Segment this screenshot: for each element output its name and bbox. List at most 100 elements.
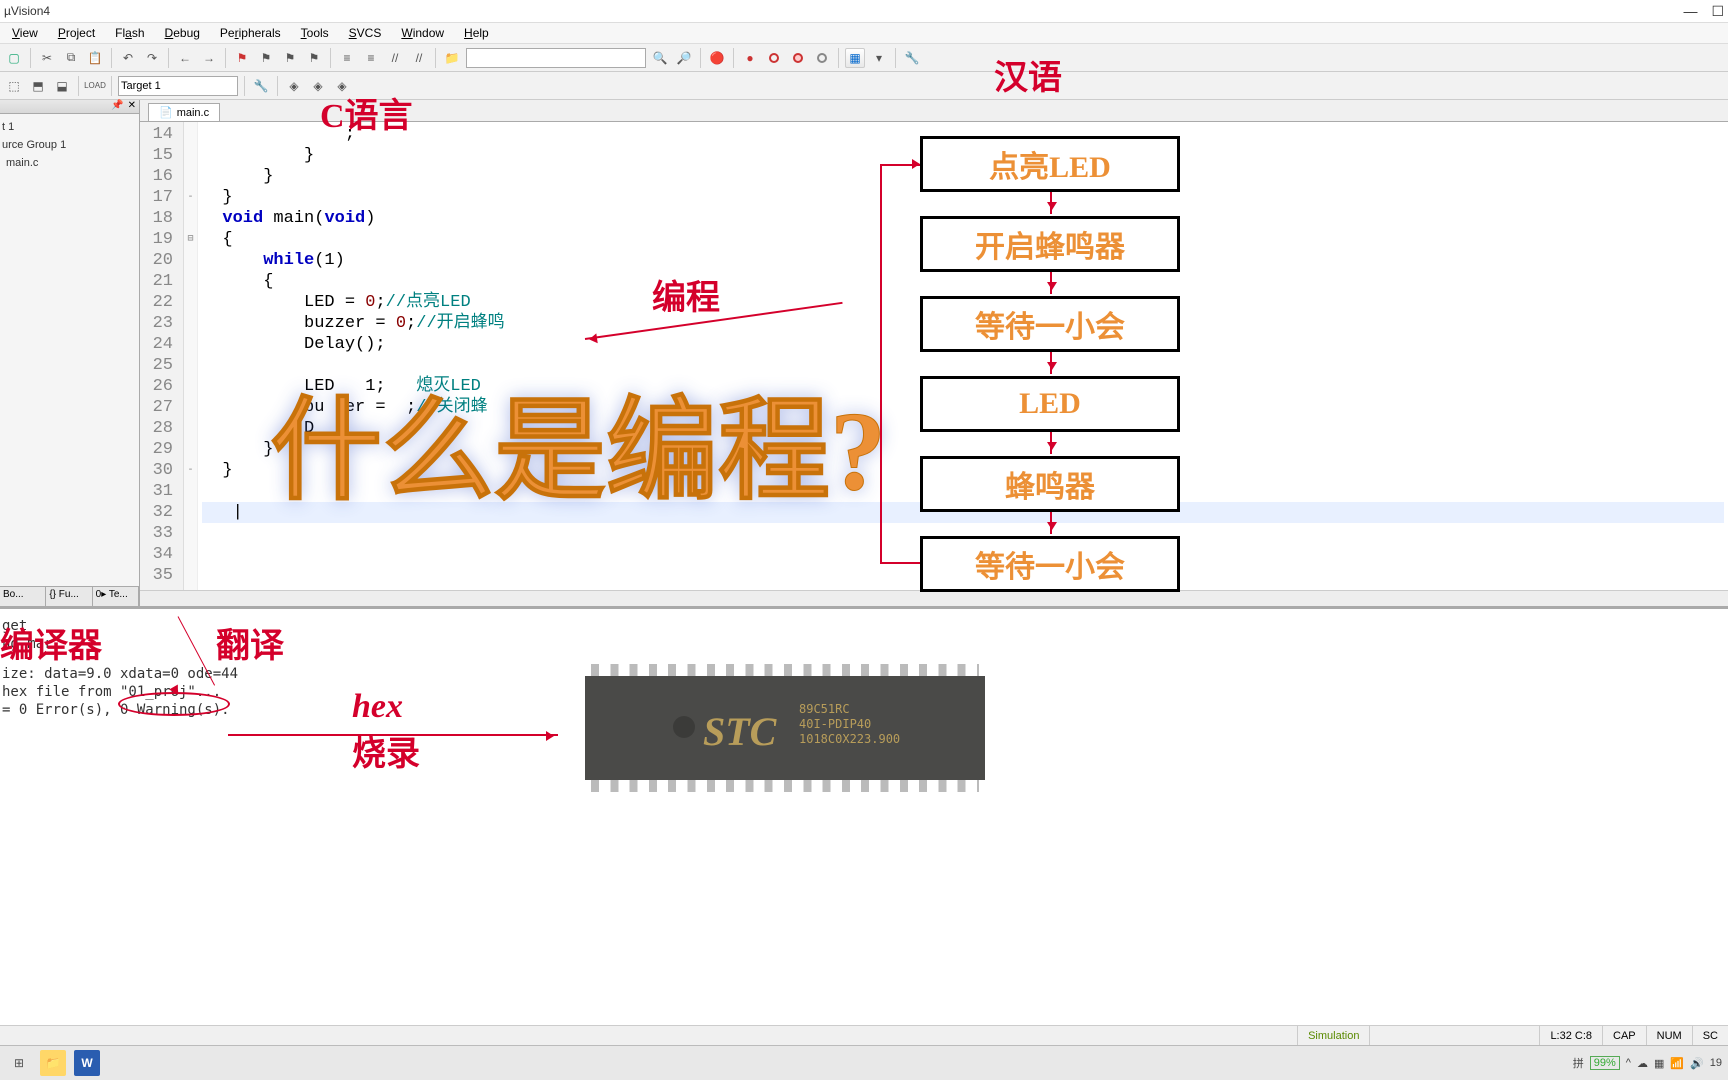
find-icon[interactable]: 🔍 bbox=[650, 48, 670, 68]
main-area: 📌 ✕ t 1 urce Group 1 main.c Bo... {} Fu.… bbox=[0, 100, 1728, 606]
breakpoint3-icon[interactable] bbox=[788, 48, 808, 68]
tree-target[interactable]: t 1 bbox=[2, 118, 137, 136]
code-editor[interactable]: 1415161718192021222324252627282930313233… bbox=[140, 122, 1728, 590]
status-simulation: Simulation bbox=[1297, 1026, 1369, 1045]
forward-icon[interactable]: → bbox=[199, 48, 219, 68]
target-combo[interactable] bbox=[118, 76, 238, 96]
build3-icon[interactable]: ⬓ bbox=[52, 76, 72, 96]
config-icon[interactable]: 🔧 bbox=[902, 48, 922, 68]
pin-icon[interactable]: 📌 bbox=[111, 100, 123, 113]
undo-icon[interactable]: ↶ bbox=[118, 48, 138, 68]
chip-notch bbox=[673, 716, 695, 738]
redo-icon[interactable]: ↷ bbox=[142, 48, 162, 68]
breakpoint2-icon[interactable] bbox=[764, 48, 784, 68]
status-spacer bbox=[1369, 1026, 1539, 1045]
chip-logo: STC bbox=[703, 708, 776, 755]
volume-icon[interactable]: 🔊 bbox=[1690, 1057, 1704, 1070]
outdent-icon[interactable]: ≡ bbox=[361, 48, 381, 68]
tab-functions[interactable]: {} Fu... bbox=[46, 587, 92, 606]
uncomment-icon[interactable]: // bbox=[409, 48, 429, 68]
paste-icon[interactable]: 📋 bbox=[85, 48, 105, 68]
indent-icon[interactable]: ≡ bbox=[337, 48, 357, 68]
bookmark-prev-icon[interactable]: ⚑ bbox=[256, 48, 276, 68]
breakpoint-icon[interactable]: ● bbox=[740, 48, 760, 68]
menu-svcs[interactable]: SVCS bbox=[343, 26, 388, 40]
find-next-icon[interactable]: 🔎 bbox=[674, 48, 694, 68]
build-icon[interactable]: ⬚ bbox=[4, 76, 24, 96]
menu-peripherals[interactable]: Peripherals bbox=[214, 26, 287, 40]
explorer-icon[interactable]: 📁 bbox=[40, 1050, 66, 1076]
tab-templates[interactable]: 0▸ Te... bbox=[93, 587, 139, 606]
system-tray: 拼 99% ^ ☁ ▦ 📶 🔊 19 bbox=[1573, 1055, 1722, 1071]
menu-tools[interactable]: Tools bbox=[295, 26, 335, 40]
back-icon[interactable]: ← bbox=[175, 48, 195, 68]
debug-icon[interactable]: 🔴 bbox=[707, 48, 727, 68]
tray-app-icon[interactable]: ▦ bbox=[1654, 1057, 1664, 1070]
menu-project[interactable]: Project bbox=[52, 26, 101, 40]
bookmark-clear-icon[interactable]: ⚑ bbox=[304, 48, 324, 68]
menu-view[interactable]: View bbox=[6, 26, 44, 40]
menu-flash[interactable]: Flash bbox=[109, 26, 150, 40]
fold-column[interactable]: -⊟- bbox=[184, 122, 198, 590]
new-icon[interactable]: ▢ bbox=[4, 48, 24, 68]
cut-icon[interactable]: ✂ bbox=[37, 48, 57, 68]
project-pane: 📌 ✕ t 1 urce Group 1 main.c Bo... {} Fu.… bbox=[0, 100, 140, 606]
clock[interactable]: 19 bbox=[1710, 1057, 1722, 1069]
manage2-icon[interactable]: ◈ bbox=[308, 76, 328, 96]
find-file-icon[interactable]: 📁 bbox=[442, 48, 462, 68]
tree-file[interactable]: main.c bbox=[2, 154, 137, 172]
maximize-icon[interactable]: ☐ bbox=[1711, 3, 1724, 20]
bookmark-icon[interactable]: ⚑ bbox=[232, 48, 252, 68]
manage1-icon[interactable]: ◈ bbox=[284, 76, 304, 96]
file-tabs: 📄 main.c bbox=[140, 100, 1728, 122]
menu-help[interactable]: Help bbox=[458, 26, 495, 40]
output-line: ng mar bbox=[2, 635, 1726, 653]
chip-text: 89C51RC 40I-PDIP40 1018C0X223.900 bbox=[799, 702, 900, 747]
line-gutter: 1415161718192021222324252627282930313233… bbox=[140, 122, 184, 590]
mcu-chip: STC 89C51RC 40I-PDIP40 1018C0X223.900 bbox=[585, 676, 985, 780]
project-pane-header: 📌 ✕ bbox=[0, 100, 139, 114]
tray-chevron-icon[interactable]: ^ bbox=[1626, 1057, 1631, 1069]
comment-icon[interactable]: // bbox=[385, 48, 405, 68]
menu-window[interactable]: Window bbox=[395, 26, 450, 40]
menu-bar: View Project Flash Debug Peripherals Too… bbox=[0, 22, 1728, 44]
toolbar-main: ▢ ✂ ⧉ 📋 ↶ ↷ ← → ⚑ ⚑ ⚑ ⚑ ≡ ≡ // // 📁 🔍 🔎 … bbox=[0, 44, 1728, 72]
word-icon[interactable]: W bbox=[74, 1050, 100, 1076]
search-combo[interactable] bbox=[466, 48, 646, 68]
window-icon[interactable]: ▦ bbox=[845, 48, 865, 68]
status-bar: Simulation L:32 C:8 CAP NUM SC bbox=[0, 1025, 1728, 1045]
taskbar: ⊞ 📁 W 拼 99% ^ ☁ ▦ 📶 🔊 19 bbox=[0, 1045, 1728, 1080]
file-tab-label: main.c bbox=[177, 107, 209, 119]
editor-wrap: 📄 main.c 1415161718192021222324252627282… bbox=[140, 100, 1728, 606]
project-tabs: Bo... {} Fu... 0▸ Te... bbox=[0, 586, 139, 606]
status-line-col: L:32 C:8 bbox=[1539, 1026, 1602, 1045]
manage3-icon[interactable]: ◈ bbox=[332, 76, 352, 96]
wifi-icon[interactable]: 📶 bbox=[1670, 1057, 1684, 1070]
build2-icon[interactable]: ⬒ bbox=[28, 76, 48, 96]
breakpoint4-icon[interactable] bbox=[812, 48, 832, 68]
battery-icon[interactable]: 99% bbox=[1590, 1056, 1620, 1070]
tree-group[interactable]: urce Group 1 bbox=[2, 136, 137, 154]
minimize-icon[interactable]: — bbox=[1683, 3, 1697, 20]
load-icon[interactable]: LOAD bbox=[85, 76, 105, 96]
app-title: µVision4 bbox=[4, 4, 50, 18]
tab-books[interactable]: Bo... bbox=[0, 587, 46, 606]
project-tree[interactable]: t 1 urce Group 1 main.c bbox=[0, 114, 139, 586]
code-content[interactable]: ; } } } void main(void) { while(1) { LED… bbox=[198, 122, 1728, 590]
file-icon: 📄 bbox=[159, 106, 173, 119]
taskview-icon[interactable]: ⊞ bbox=[6, 1050, 32, 1076]
close-pane-icon[interactable]: ✕ bbox=[128, 100, 136, 113]
horizontal-scrollbar[interactable] bbox=[140, 590, 1728, 606]
options-icon[interactable]: 🔧 bbox=[251, 76, 271, 96]
status-num: NUM bbox=[1646, 1026, 1692, 1045]
status-scroll: SC bbox=[1692, 1026, 1728, 1045]
copy-icon[interactable]: ⧉ bbox=[61, 48, 81, 68]
dropdown-icon[interactable]: ▾ bbox=[869, 48, 889, 68]
onedrive-icon[interactable]: ☁ bbox=[1637, 1057, 1648, 1070]
ime-icon[interactable]: 拼 bbox=[1573, 1055, 1584, 1071]
title-bar: µVision4 — ☐ bbox=[0, 0, 1728, 22]
menu-debug[interactable]: Debug bbox=[159, 26, 206, 40]
bookmark-next-icon[interactable]: ⚑ bbox=[280, 48, 300, 68]
file-tab-main[interactable]: 📄 main.c bbox=[148, 103, 220, 121]
output-line: get bbox=[2, 617, 1726, 635]
